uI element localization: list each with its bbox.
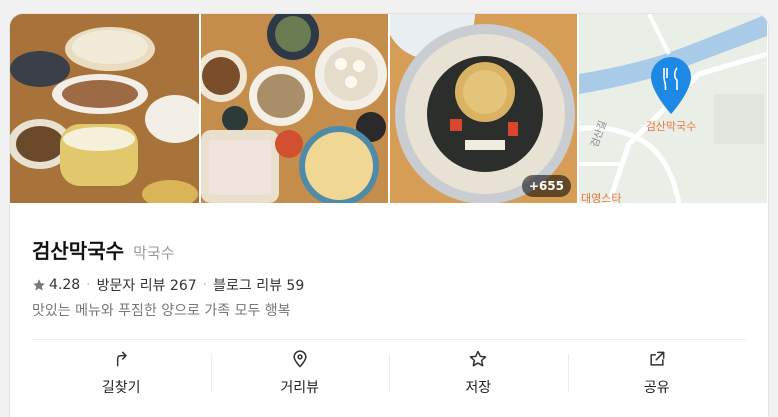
rating-value: 4.28: [49, 277, 81, 293]
photo-gallery: +655 검산막국수 검산길 대영스타: [10, 14, 768, 203]
title-row: 검산막국수 막국수: [32, 235, 175, 264]
stats-row: 4.28 · 방문자 리뷰 267 · 블로그 리뷰 59: [32, 275, 304, 295]
share-label: 공유: [643, 380, 670, 396]
place-description: 맛있는 메뉴와 푸짐한 양으로 가족 모두 행복: [32, 303, 291, 319]
share-icon: [650, 351, 665, 366]
map-partial-label: 대영스타: [581, 192, 621, 203]
save-label: 저장: [465, 380, 492, 396]
map-place-label: 검산막국수: [646, 120, 697, 133]
directions-label: 길찾기: [101, 380, 141, 396]
share-button[interactable]: 공유: [567, 340, 747, 406]
photo-3[interactable]: +655: [390, 14, 577, 203]
more-photos-count[interactable]: +655: [521, 175, 571, 197]
action-bar: 길찾기 거리뷰 저장 공유: [32, 340, 746, 406]
street-view-button[interactable]: 거리뷰: [210, 340, 390, 406]
blog-reviews[interactable]: 블로그 리뷰 59: [213, 275, 304, 295]
street-view-label: 거리뷰: [280, 380, 320, 396]
place-category: 막국수: [133, 244, 175, 262]
photo-1[interactable]: [10, 14, 199, 203]
map-preview[interactable]: 검산막국수 검산길 대영스타: [579, 14, 767, 203]
separator-dot: ·: [86, 277, 91, 293]
star-icon: [470, 350, 487, 367]
separator-dot: ·: [202, 277, 208, 293]
place-card: +655 검산막국수 검산길 대영스타 검산막국수 막국수 4.28 · 방문자…: [9, 13, 769, 417]
directions-button[interactable]: 길찾기: [32, 340, 211, 406]
location-pin-icon: [293, 350, 307, 368]
save-button[interactable]: 저장: [389, 340, 568, 406]
place-name[interactable]: 검산막국수: [32, 239, 124, 263]
directions-icon: [117, 351, 127, 367]
visitor-reviews[interactable]: 방문자 리뷰 267: [97, 275, 197, 295]
star-rating-icon: [33, 279, 45, 291]
photo-2[interactable]: [201, 14, 388, 203]
